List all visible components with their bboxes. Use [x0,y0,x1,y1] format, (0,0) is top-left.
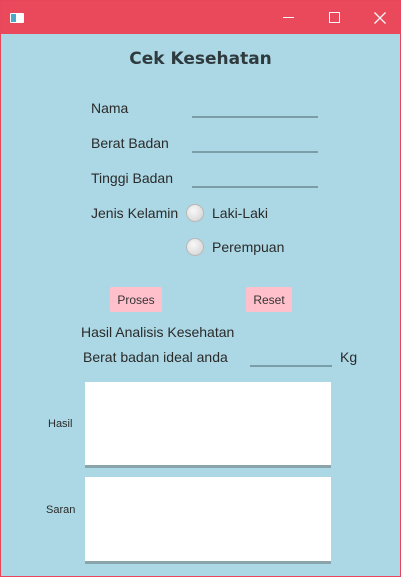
app-icon [10,13,24,23]
reset-button[interactable]: Reset [246,287,292,312]
title-bar [1,1,400,34]
background-window-edge [401,0,407,577]
perempuan-label: Perempuan [212,239,285,255]
close-button[interactable] [357,1,403,34]
close-icon [374,11,386,24]
hasil-textarea[interactable] [85,382,331,468]
maximize-icon [328,12,340,23]
saran-textarea[interactable] [85,477,331,564]
nama-label: Nama [91,100,129,116]
nama-field[interactable] [192,98,318,118]
minimize-button[interactable] [265,1,311,34]
ideal-weight-label: Berat badan ideal anda [83,349,228,365]
tinggi-badan-field[interactable] [192,168,318,188]
saran-label: Saran [46,504,76,516]
radio-perempuan[interactable] [186,238,204,256]
berat-badan-field[interactable] [192,133,318,153]
tinggi-badan-label: Tinggi Badan [91,170,173,186]
laki-laki-label: Laki-Laki [212,205,269,221]
berat-badan-label: Berat Badan [91,135,169,151]
jenis-kelamin-label: Jenis Kelamin [91,205,179,221]
radio-laki-laki[interactable] [186,204,204,222]
minimize-icon [282,17,294,18]
kg-unit-label: Kg [340,349,358,365]
ideal-weight-field[interactable] [250,347,332,367]
maximize-button[interactable] [311,1,357,34]
result-section-title: Hasil Analisis Kesehatan [81,324,235,340]
page-title: Cek Kesehatan [129,49,272,69]
cek-kesehatan-window: Cek Kesehatan Nama Berat Badan Tinggi Ba… [0,0,401,577]
proses-button[interactable]: Proses [110,287,162,312]
hasil-label: Hasil [48,418,73,430]
